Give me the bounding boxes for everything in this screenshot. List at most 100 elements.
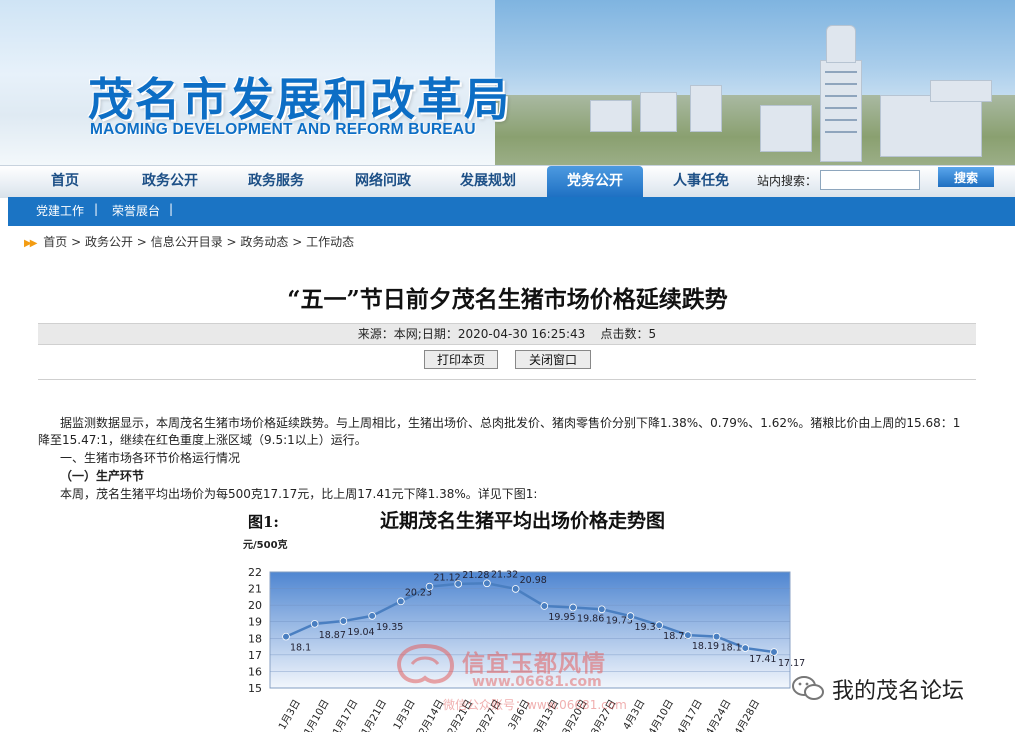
chart-point (684, 631, 692, 639)
chart-point (655, 621, 663, 629)
chart-point (540, 602, 549, 610)
forum-name: 我的茂名论坛 (832, 679, 965, 704)
breadcrumb-item-work-news[interactable]: 工作动态 (306, 235, 354, 249)
watermark-url: www.06681.com (472, 674, 602, 690)
site-subtitle: MAOMING DEVELOPMENT AND REFORM BUREAU (90, 121, 476, 138)
close-window-button[interactable]: 关闭窗口 (515, 350, 591, 369)
chart-point (454, 580, 463, 588)
chart-data-label: 17.17 (778, 658, 805, 669)
chart-title: 近期茂名生猪平均出场价格走势图 (380, 510, 666, 532)
breadcrumb-separator: > (136, 235, 147, 249)
paragraph-2: 本周，茂名生猪平均出场价为每500克17.17元，比上周17.41元下降1.38… (60, 487, 538, 501)
chart-x-tick-label: 4月10日 (646, 698, 676, 732)
chart-y-tick-label: 19 (248, 616, 262, 629)
chart-y-tick-label: 21 (248, 583, 262, 596)
subsection-heading: （一）生产环节 (60, 469, 145, 483)
sub-nav-item-party-building[interactable]: 党建工作 (36, 202, 84, 219)
chart-point (511, 585, 520, 593)
sub-nav-item-honors[interactable]: 荣誉展台 (112, 202, 160, 219)
chart-y-tick-label: 15 (248, 682, 262, 695)
nav-item-home[interactable]: 首页 (17, 166, 113, 198)
banner-building (930, 80, 992, 102)
breadcrumb: ▶▶ 首页 > 政务公开 > 信息公开目录 > 政务动态 > 工作动态 (24, 233, 354, 250)
chart-data-label: 19.04 (347, 627, 374, 638)
search-button[interactable]: 搜索 (938, 167, 994, 187)
breadcrumb-item-news[interactable]: 政务动态 (240, 235, 288, 249)
nav-item-party-affairs[interactable]: 党务公开 (547, 166, 643, 198)
divider (38, 379, 976, 380)
print-button[interactable]: 打印本页 (424, 350, 498, 369)
chart-x-tick-label: 4月17日 (675, 698, 705, 732)
chart-y-tick-label: 20 (248, 599, 262, 612)
banner-building (880, 95, 982, 157)
chart-y-unit: 元/500克 (243, 540, 288, 551)
chart-point (310, 620, 319, 628)
chart-data-label: 18.1 (721, 643, 742, 654)
chart-point (397, 597, 405, 606)
chart-figure-label: 图1: (248, 513, 279, 531)
breadcrumb-item-info-catalog[interactable]: 信息公开目录 (151, 235, 223, 249)
chart-point (597, 605, 606, 614)
chart-x-tick-label: 4月28日 (732, 698, 762, 732)
sub-nav-separator: | (94, 202, 99, 216)
nav-item-development-planning[interactable]: 发展规划 (440, 166, 536, 198)
chart-data-label: 18.87 (319, 630, 346, 641)
chart-point (425, 582, 434, 591)
breadcrumb-item-government-affairs[interactable]: 政务公开 (85, 235, 133, 249)
watermark-brand: 信宜玉都风情 (462, 650, 606, 677)
chart-y-tick-label: 16 (248, 665, 262, 678)
banner-building (690, 85, 722, 132)
wechat-icon (792, 676, 824, 700)
sub-nav-separator: | (169, 202, 174, 216)
chart-data-label: 21.28 (462, 570, 489, 581)
chart-data-label: 18.19 (692, 641, 719, 652)
chart-point (368, 612, 376, 620)
chart-x-tick-label: 1月17日 (330, 698, 360, 732)
chart-data-label: 17.41 (749, 654, 776, 665)
chart-data-label: 20.98 (520, 575, 547, 586)
chart-data-label: 18.1 (290, 643, 311, 654)
banner-building (640, 92, 677, 132)
banner-building (760, 105, 812, 152)
chart-point (741, 644, 750, 652)
nav-item-government-services[interactable]: 政务服务 (228, 166, 324, 198)
nav-item-personnel[interactable]: 人事任免 (653, 166, 749, 198)
chart-point (712, 632, 721, 641)
chart-x-tick-label: 1月10日 (302, 698, 332, 732)
paragraph-1-line-2: 降至15.47:1，继续在红色重度上涨区域（9.5:1以上）运行。 (38, 433, 367, 447)
chart-data-label: 19.95 (548, 612, 575, 623)
chart-point (626, 612, 635, 620)
chart-x-tick-label: 1月3日 (391, 698, 418, 732)
chart-y-tick-label: 22 (248, 566, 262, 579)
article-title: “五一”节日前夕茂名生猪市场价格延续跌势 (287, 286, 728, 313)
breadcrumb-item-home[interactable]: 首页 (43, 235, 67, 249)
chart-point (569, 603, 577, 612)
breadcrumb-separator: > (292, 235, 303, 249)
search-input[interactable] (820, 170, 920, 190)
chart-x-tick-label: 1月21日 (359, 698, 389, 732)
watermark-logo-icon (397, 643, 455, 684)
article-meta: 来源：本网;日期：2020-04-30 16:25:43 点击数：5 (38, 323, 976, 345)
search-label: 站内搜索： (757, 174, 818, 188)
chart-point (339, 617, 348, 625)
nav-item-online-inquiry[interactable]: 网络问政 (335, 166, 431, 198)
banner-tower-building (820, 60, 862, 162)
breadcrumb-separator: > (71, 235, 82, 249)
chart-data-label: 19.86 (577, 613, 604, 624)
chart-x-tick-label: 2月14日 (417, 698, 447, 732)
chart-x-tick-label: 4月24日 (704, 698, 734, 732)
section-heading: 一、生猪市场各环节价格运行情况 (60, 451, 241, 465)
site-title: 茂名市发展和改革局 (88, 73, 512, 126)
chart-point (282, 632, 290, 641)
nav-item-government-affairs[interactable]: 政务公开 (122, 166, 218, 198)
chart-data-label: 21.32 (491, 569, 518, 580)
chart-x-tick-label: 1月3日 (276, 698, 303, 732)
chart-y-tick-label: 17 (248, 649, 262, 662)
breadcrumb-arrow-icon: ▶▶ (24, 238, 37, 249)
paragraph-1-line-1: 据监测数据显示，本周茂名生猪市场价格延续跌势。与上周相比，生猪出场价、总肉批发价… (60, 416, 961, 430)
chart-y-tick-label: 18 (248, 632, 262, 645)
chart-data-label: 19.35 (376, 622, 403, 633)
breadcrumb-separator: > (226, 235, 237, 249)
chart-point (770, 648, 778, 656)
chart-point (483, 579, 491, 588)
